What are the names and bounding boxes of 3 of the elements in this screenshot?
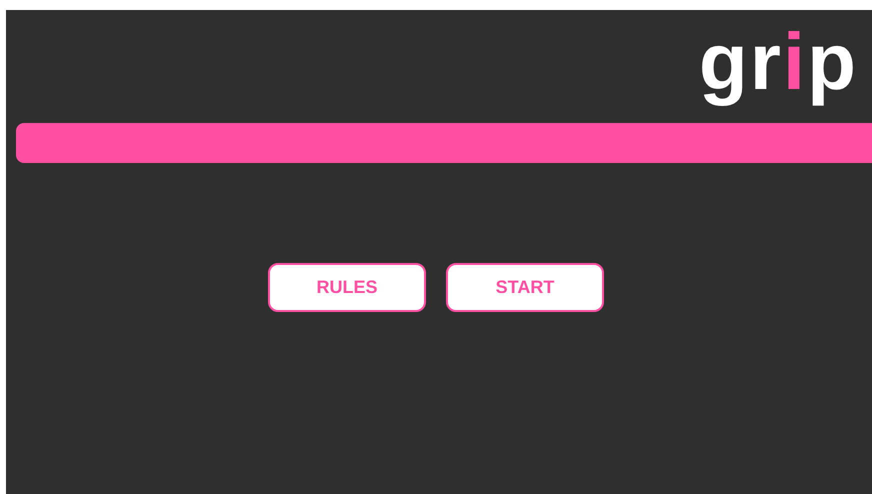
logo: grip <box>698 16 858 108</box>
menu-button[interactable]: START <box>446 263 604 312</box>
menu-button[interactable]: RULES <box>268 263 426 312</box>
